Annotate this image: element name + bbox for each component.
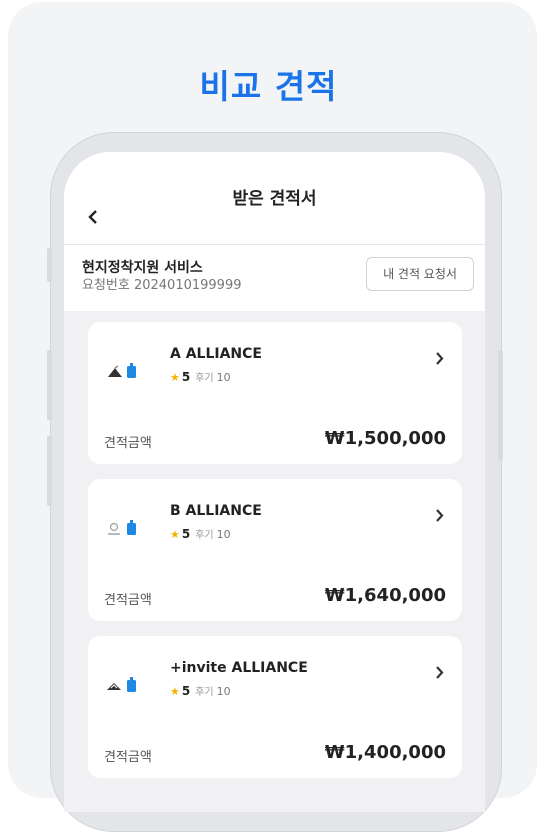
review-label: 후기 (195, 530, 214, 541)
company-name: +invite ALLIANCE (170, 660, 308, 676)
phone-side-button (498, 350, 503, 460)
company-logo-icon (104, 674, 144, 702)
request-number: 요청번호 2024010199999 (82, 278, 242, 293)
review-label: 후기 (195, 687, 214, 698)
price: ₩1,640,000 (324, 585, 446, 606)
service-summary: 현지정착지원 서비스 요청번호 2024010199999 내 견적 요청서 (64, 244, 485, 311)
star-icon: ★ (170, 685, 180, 698)
my-request-button[interactable]: 내 견적 요청서 (366, 257, 474, 291)
quote-card[interactable]: +invite ALLIANCE ★ 5 후기 10 견적금액 ₩1,400,000 (88, 636, 462, 778)
chevron-right-icon[interactable] (435, 350, 444, 369)
review-count: 10 (216, 685, 231, 698)
screen-title: 받은 견적서 (232, 189, 317, 209)
chevron-right-icon[interactable] (435, 507, 444, 526)
phone-screen: 받은 견적서 현지정착지원 서비스 요청번호 2024010199999 내 견… (64, 152, 485, 812)
company-name: A ALLIANCE (170, 346, 262, 362)
headline: 비교 견적 (199, 67, 338, 106)
company-logo-icon (104, 360, 144, 388)
rating-row: ★ 5 후기 10 (170, 683, 231, 698)
company-logo-icon (104, 517, 144, 545)
price: ₩1,500,000 (324, 428, 446, 449)
review-count: 10 (216, 528, 231, 541)
review-label: 후기 (195, 373, 214, 384)
chevron-left-icon[interactable] (88, 209, 98, 228)
quote-card[interactable]: A ALLIANCE ★ 5 후기 10 견적금액 ₩1,500,000 (88, 322, 462, 464)
phone-side-button (47, 248, 52, 282)
price-label: 견적금액 (104, 593, 152, 608)
rating-row: ★ 5 후기 10 (170, 526, 231, 541)
rating-score: 5 (181, 527, 191, 541)
rating-score: 5 (181, 370, 191, 384)
star-icon: ★ (170, 371, 180, 384)
star-icon: ★ (170, 528, 180, 541)
rating-score: 5 (181, 684, 191, 698)
review-count: 10 (216, 371, 231, 384)
price: ₩1,400,000 (324, 742, 446, 763)
company-name: B ALLIANCE (170, 503, 262, 519)
chevron-right-icon[interactable] (435, 664, 444, 683)
phone-side-button (47, 350, 52, 420)
price-label: 견적금액 (104, 750, 152, 765)
phone-side-button (47, 436, 52, 506)
rating-row: ★ 5 후기 10 (170, 369, 231, 384)
price-label: 견적금액 (104, 436, 152, 451)
app-header: 받은 견적서 (64, 152, 485, 244)
quote-card[interactable]: B ALLIANCE ★ 5 후기 10 견적금액 ₩1,640,000 (88, 479, 462, 621)
